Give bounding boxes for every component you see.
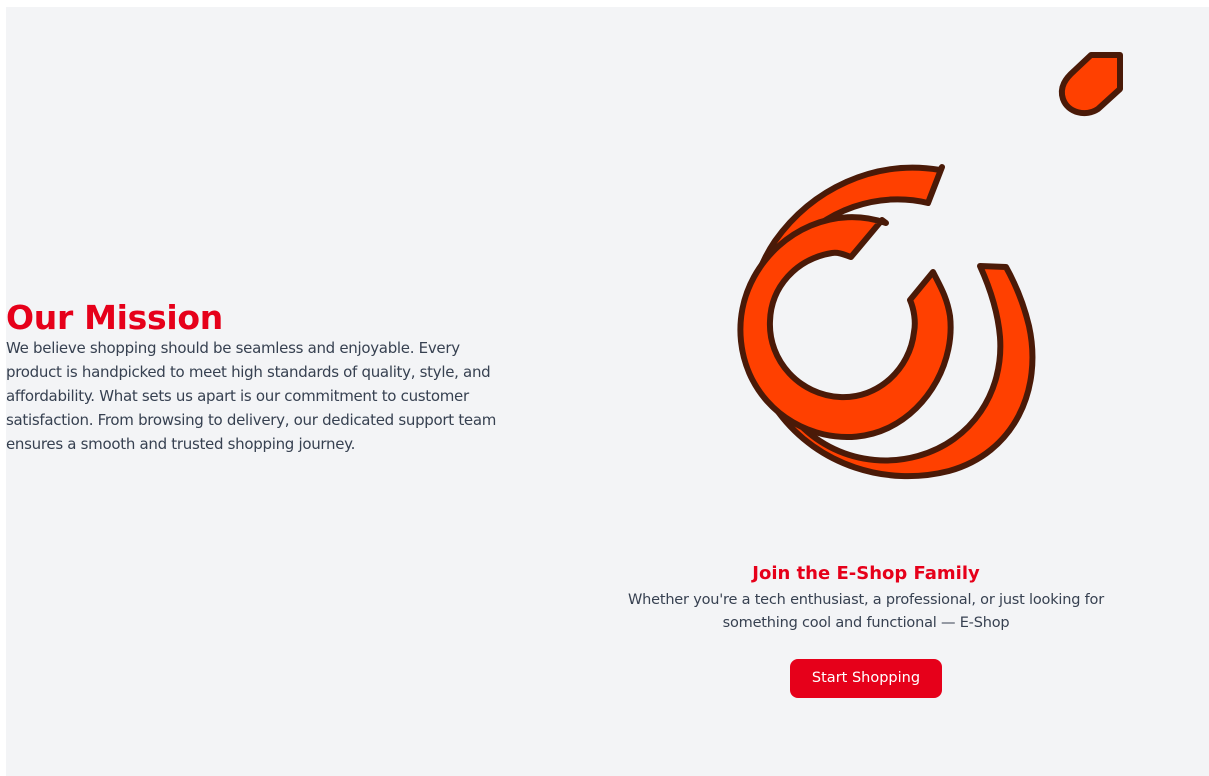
concentric-rings-logo-icon: [616, 47, 1126, 547]
page-panel: Our Mission We believe shopping should b…: [6, 7, 1209, 776]
start-shopping-button[interactable]: Start Shopping: [789, 659, 943, 698]
logo-inner-ring: [737, 214, 954, 440]
mission-description: We believe shopping should be seamless a…: [6, 339, 497, 453]
logo-top-segment: [1058, 52, 1123, 117]
mission-title: Our Mission: [6, 298, 223, 337]
logo-graphic: [737, 52, 1123, 480]
mission-section: Our Mission We believe shopping should b…: [6, 300, 526, 456]
join-title: Join the E-Shop Family: [752, 563, 980, 584]
join-description: Whether you're a tech enthusiast, a prof…: [627, 592, 1104, 631]
join-section: Join the E-Shop Family Whether you're a …: [616, 563, 1116, 698]
